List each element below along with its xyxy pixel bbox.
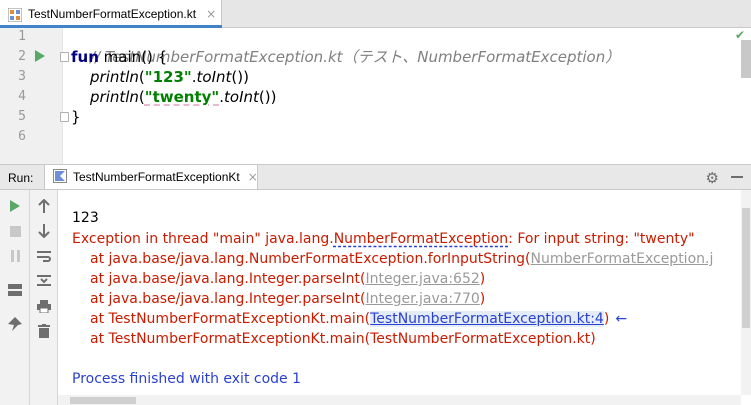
gutter-divider — [62, 28, 63, 164]
kotlin-file-icon — [7, 7, 23, 23]
run-config-tab[interactable]: TestNumberFormatExceptionKt × — [44, 165, 258, 189]
fold-marker-icon[interactable] — [60, 112, 69, 122]
line-number: 3 — [18, 69, 26, 84]
stacktrace-line: at java.base/java.lang.Integer.parseInt(… — [90, 291, 485, 307]
code-fn-toint: toInt — [224, 88, 259, 106]
console-text: ) — [479, 291, 486, 307]
close-icon[interactable]: × — [206, 7, 216, 21]
stop-icon[interactable] — [5, 221, 25, 241]
console-vertical-scrollbar[interactable] — [741, 190, 751, 395]
editor-tab-bar: TestNumberFormatException.kt × — [0, 0, 751, 28]
code-fn-println: println — [90, 88, 139, 106]
console-text: ) — [603, 311, 610, 327]
console-text: at java.base/java.lang.Integer.parseInt( — [90, 291, 366, 307]
pause-icon[interactable] — [5, 246, 25, 266]
line-number: 2 — [18, 49, 26, 64]
editor-scrollbar[interactable] — [741, 40, 751, 78]
fold-marker-icon[interactable] — [60, 52, 69, 62]
code-fn-toint: toInt — [196, 68, 232, 86]
gear-icon[interactable]: ⚙ — [706, 169, 719, 187]
console-error-line: Exception in thread "main" java.lang.Num… — [72, 231, 695, 247]
console-line: 123 — [72, 210, 99, 226]
console-horizontal-scrollbar[interactable] — [58, 395, 741, 405]
line-number: 4 — [18, 89, 26, 104]
code-line-3: println("123".toInt()) — [90, 68, 249, 86]
code-string: "123" — [144, 68, 192, 86]
left-arrow-icon: ← — [615, 311, 628, 327]
source-link[interactable]: TestNumberFormatException.kt:4 — [370, 311, 604, 327]
run-arrow-icon[interactable] — [35, 50, 45, 62]
code-line-5: } — [71, 108, 81, 126]
source-link[interactable]: Integer.java:770 — [365, 291, 479, 307]
code-line-4: println("twenty".toInt()) — [90, 88, 276, 106]
code-paren: ()) — [231, 68, 249, 86]
console-text: Exception in thread "main" java.lang. — [72, 231, 334, 247]
code-line-2: fun main() { — [71, 48, 167, 66]
run-toolbar-secondary — [30, 190, 58, 405]
stacktrace-line: at java.base/java.lang.NumberFormatExcep… — [90, 251, 713, 267]
up-arrow-icon[interactable] — [34, 196, 54, 216]
run-tab-label: TestNumberFormatExceptionKt — [73, 170, 240, 184]
line-number: 5 — [18, 109, 26, 124]
trash-icon[interactable] — [34, 321, 54, 341]
code-fn-println: println — [90, 68, 139, 86]
console-text: at TestNumberFormatExceptionKt.main( — [90, 311, 371, 327]
rerun-icon[interactable] — [5, 196, 25, 216]
code-comment: // TestNumberFormatException.kt（テスト、Numb… — [90, 48, 621, 66]
console-text: ) — [479, 271, 486, 287]
scrollbar-thumb[interactable] — [742, 208, 750, 328]
console-output[interactable]: 123 Exception in thread "main" java.lang… — [58, 190, 741, 395]
keyword-fun: fun — [71, 48, 99, 66]
console-text: : For input string: "twenty" — [508, 231, 695, 247]
code-brace: } — [71, 108, 81, 126]
console-text: at java.base/java.lang.NumberFormatExcep… — [90, 251, 531, 267]
editor-tab-label: TestNumberFormatException.kt — [28, 7, 197, 21]
soft-wrap-icon[interactable] — [34, 246, 54, 266]
stacktrace-line: at java.base/java.lang.Integer.parseInt(… — [90, 271, 485, 287]
minimize-icon[interactable] — [731, 176, 743, 178]
source-link[interactable]: Integer.java:652 — [365, 271, 479, 287]
run-toolbar-primary — [0, 190, 30, 405]
code-paren: ()) — [258, 88, 277, 106]
stacktrace-line: at TestNumberFormatExceptionKt.main(Test… — [90, 331, 596, 347]
line-number: 6 — [18, 129, 26, 144]
code-text: main() { — [98, 48, 168, 66]
line-number: 1 — [18, 29, 26, 44]
print-icon[interactable] — [34, 296, 54, 316]
console-text: at java.base/java.lang.Integer.parseInt( — [90, 271, 366, 287]
close-icon[interactable]: × — [248, 170, 258, 184]
editor-tab-kt-file[interactable]: TestNumberFormatException.kt × — [0, 0, 222, 28]
down-arrow-icon[interactable] — [34, 221, 54, 241]
layout-icon[interactable] — [5, 280, 25, 300]
code-string: "twenty" — [144, 88, 220, 106]
pin-icon[interactable] — [5, 314, 25, 334]
stacktrace-line: at TestNumberFormatExceptionKt.main(Test… — [90, 311, 627, 327]
process-finished-line: Process finished with exit code 1 — [72, 371, 302, 387]
code-editor[interactable]: 1 2 3 4 5 6 // TestNumberFormatException… — [0, 28, 751, 164]
exception-class-link[interactable]: NumberFormatException — [334, 231, 508, 247]
scroll-to-end-icon[interactable] — [34, 270, 54, 290]
scrollbar-thumb[interactable] — [70, 397, 136, 404]
source-link[interactable]: NumberFormatException.j — [531, 251, 714, 267]
run-tool-window-header: Run: TestNumberFormatExceptionKt × ⚙ — [0, 164, 751, 190]
run-label: Run: — [8, 171, 34, 185]
kotlin-run-config-icon — [53, 168, 67, 187]
